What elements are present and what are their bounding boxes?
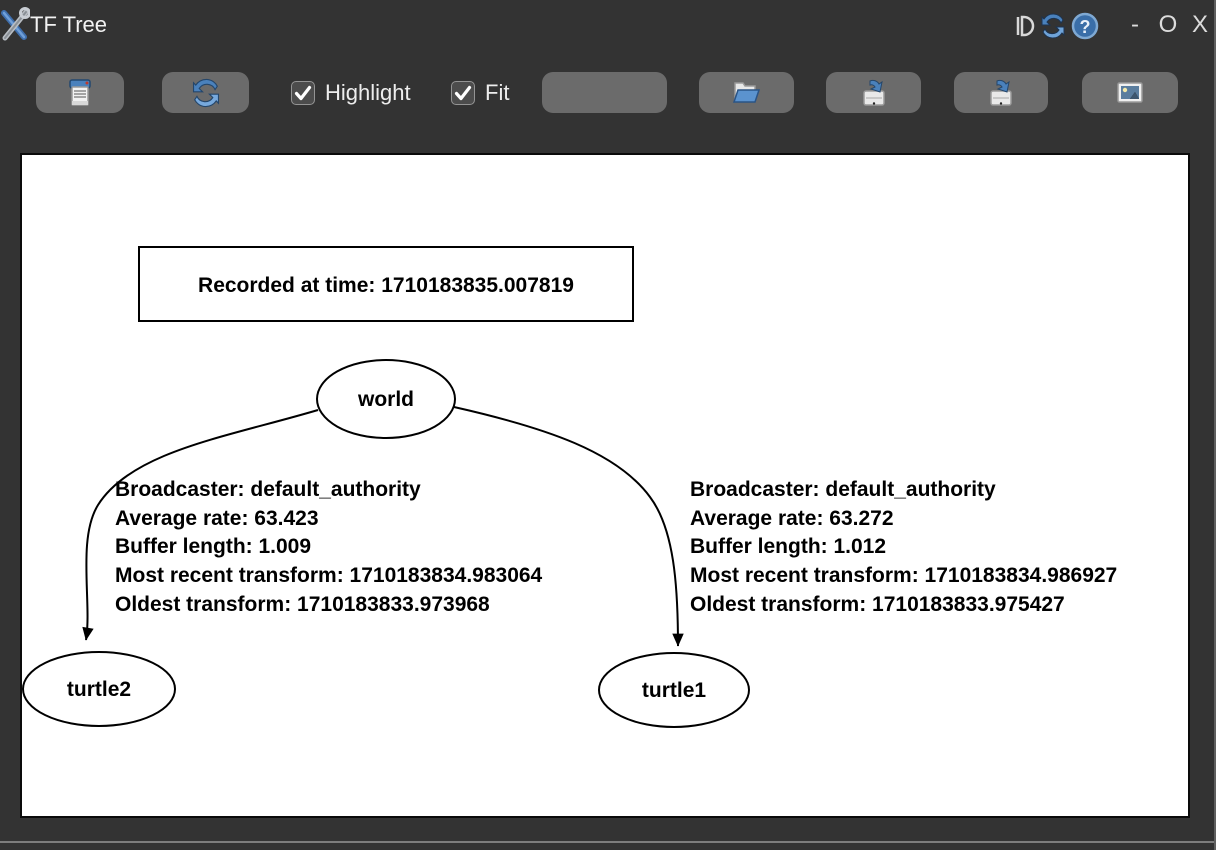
print-button[interactable] [36,72,124,113]
close-button[interactable]: X [1185,0,1215,52]
edge-label-line: Average rate: 63.423 [115,507,319,530]
filter-input[interactable] [542,72,667,113]
dock-icon[interactable] [1010,11,1040,41]
edge-label-line: Most recent transform: 1710183834.986927 [690,564,1117,587]
node-turtle1[interactable]: turtle1 [599,653,749,727]
help-glyph: ? [1080,17,1091,37]
edge-label-line: Buffer length: 1.012 [690,535,886,558]
minimize-button[interactable]: - [1120,0,1150,52]
help-icon[interactable]: ? [1070,11,1100,41]
highlight-label[interactable]: Highlight [325,72,411,113]
save-image-button[interactable] [1082,72,1178,113]
node-world[interactable]: world [317,360,455,438]
refresh-button[interactable] [162,72,249,113]
fit-label[interactable]: Fit [485,72,509,113]
edge-label-line: Broadcaster: default_authority [115,478,421,501]
node-turtle2[interactable]: turtle2 [23,652,175,726]
tf-graph-canvas[interactable]: Recorded at time: 1710183835.007819 Broa… [20,153,1190,818]
edge-label-line: Broadcaster: default_authority [690,478,996,501]
load-dot-button[interactable] [699,72,794,113]
image-icon [1112,78,1148,108]
recorded-time-box: Recorded at time: 1710183835.007819 [139,247,633,321]
highlight-checkbox[interactable] [291,81,315,105]
titlebar: TF Tree ? - O X [0,0,1214,52]
recorded-time-label: Recorded at time: 1710183835.007819 [198,274,574,297]
window-title: TF Tree [30,0,107,52]
rqt-tools-icon [0,7,30,43]
edge-label-line: Buffer length: 1.009 [115,535,311,558]
edge-label-line: Oldest transform: 1710183833.975427 [690,593,1065,616]
check-icon [453,83,473,103]
edge-label-turtle1: Broadcaster: default_authority Average r… [690,478,1117,616]
reload-plugin-icon[interactable] [1038,11,1068,41]
save-dot-button[interactable] [826,72,921,113]
save-svg-icon [984,77,1018,109]
save-svg-button[interactable] [954,72,1048,113]
edge-label-line: Average rate: 63.272 [690,507,894,530]
edge-label-line: Oldest transform: 1710183833.973968 [115,593,490,616]
check-icon [293,83,313,103]
node-label: world [357,388,414,411]
save-dot-icon [857,77,891,109]
fit-checkbox[interactable] [451,81,475,105]
window-bottom-edge [0,841,1214,843]
printer-icon [63,77,97,109]
maximize-button[interactable]: O [1153,0,1183,52]
tf-tree-window: TF Tree ? - O X [0,0,1216,850]
node-label: turtle2 [67,678,131,701]
node-label: turtle1 [642,679,707,702]
refresh-icon [189,76,223,110]
edge-label-turtle2: Broadcaster: default_authority Average r… [115,478,543,616]
folder-open-icon [729,77,765,109]
edge-label-line: Most recent transform: 1710183834.983064 [115,564,543,587]
